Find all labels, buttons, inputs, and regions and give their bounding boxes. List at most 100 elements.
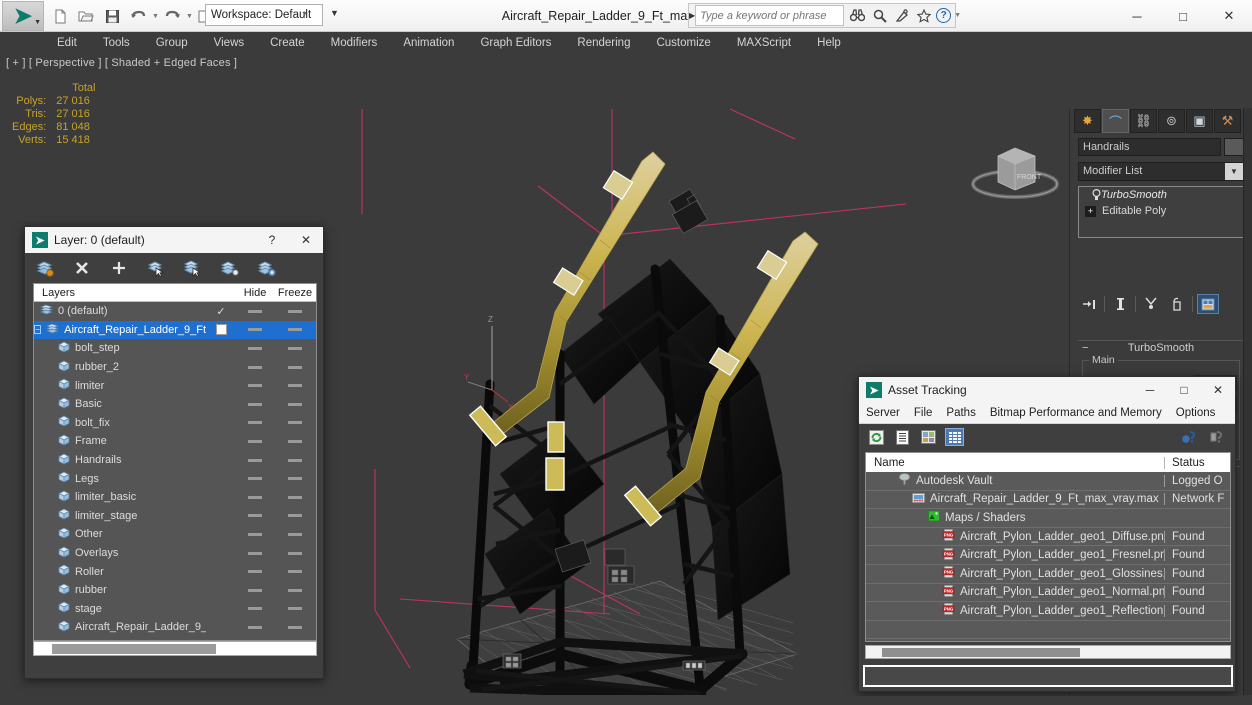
redo-dropdown-arrow[interactable]: ▼	[186, 13, 193, 20]
freeze-toggle[interactable]	[274, 365, 316, 369]
expand-collapse-icon[interactable]: −	[34, 325, 42, 335]
freeze-toggle[interactable]	[274, 570, 316, 574]
open-file-icon[interactable]	[74, 4, 98, 28]
hierarchy-tab[interactable]: ⛓	[1130, 109, 1157, 133]
freeze-toggle[interactable]	[274, 439, 316, 443]
turbosmooth-rollout-header[interactable]: − TurboSmooth	[1078, 340, 1244, 355]
pin-stack-icon[interactable]	[1078, 294, 1100, 314]
help-dropdown-arrow[interactable]: ▼	[954, 12, 961, 19]
asset-tracking-dialog[interactable]: ➤ Asset Tracking ─ □ ✕ Server File Paths Bi…	[858, 376, 1236, 692]
freeze-toggle[interactable]	[274, 328, 316, 332]
hide-toggle[interactable]	[236, 551, 274, 555]
asset-minimize-button[interactable]: ─	[1133, 377, 1167, 403]
layer-row[interactable]: Aircraft_Repair_Ladder_9_Ft	[34, 618, 316, 637]
asset-horizontal-scrollbar[interactable]	[865, 645, 1231, 659]
hide-toggle[interactable]	[236, 625, 274, 629]
chevron-down-icon[interactable]: ▼	[34, 19, 41, 26]
asset-row[interactable]: PNG Aircraft_Pylon_Ladder_geo1_Reflection…	[866, 602, 1230, 621]
list-view-icon[interactable]	[893, 428, 912, 446]
freeze-toggle[interactable]	[274, 495, 316, 499]
hide-toggle[interactable]	[236, 532, 274, 536]
hide-toggle[interactable]	[236, 402, 274, 406]
modifier-stack-item-turbosmooth[interactable]: TurboSmooth	[1079, 187, 1243, 203]
light-bulb-icon[interactable]	[1091, 189, 1102, 202]
undo-icon[interactable]	[126, 4, 150, 28]
menu-customize[interactable]: Customize	[643, 32, 723, 54]
asset-close-button[interactable]: ✕	[1201, 377, 1235, 403]
freeze-toggle[interactable]	[274, 421, 316, 425]
menu-views[interactable]: Views	[201, 32, 257, 54]
menu-help[interactable]: Help	[804, 32, 854, 54]
chevron-down-icon[interactable]: ▼	[1225, 163, 1243, 180]
configure-sets-icon[interactable]	[1197, 294, 1219, 314]
menu-edit[interactable]: Edit	[44, 32, 90, 54]
app-logo-button[interactable]: ➤ ▼	[2, 1, 44, 31]
freeze-toggle[interactable]	[274, 309, 316, 313]
menu-rendering[interactable]: Rendering	[564, 32, 643, 54]
freeze-toggle[interactable]	[274, 625, 316, 629]
grid-view-icon[interactable]	[945, 428, 964, 446]
layer-dialog[interactable]: ➤ Layer: 0 (default) ? ✕ Layers Hide Fre…	[24, 226, 324, 679]
menu-modifiers[interactable]: Modifiers	[318, 32, 391, 54]
close-button[interactable]: ✕	[1206, 0, 1252, 32]
hide-toggle[interactable]	[236, 588, 274, 592]
layer-row[interactable]: limiter_basic	[34, 488, 316, 507]
asset-row[interactable]	[866, 621, 1230, 640]
context-help-icon[interactable]	[1206, 428, 1225, 446]
modifier-stack-item-editable-poly[interactable]: + Editable Poly	[1079, 203, 1243, 219]
layer-row[interactable]: limiter	[34, 376, 316, 395]
select-objects-in-layer-icon[interactable]	[146, 259, 165, 278]
utilities-tab[interactable]: ⚒	[1214, 109, 1241, 133]
hide-toggle[interactable]	[236, 421, 274, 425]
hide-toggle[interactable]	[236, 607, 274, 611]
star-icon[interactable]	[914, 6, 933, 25]
layer-list[interactable]: Layers Hide Freeze 0 (default) ✓ − Aircraft…	[33, 283, 317, 641]
remove-modifier-icon[interactable]	[1166, 294, 1188, 314]
thumbnail-view-icon[interactable]	[919, 428, 938, 446]
layer-row[interactable]: Handrails	[34, 451, 316, 470]
freeze-toggle[interactable]	[274, 458, 316, 462]
hide-toggle[interactable]	[236, 346, 274, 350]
delete-layer-icon[interactable]	[72, 259, 91, 278]
freeze-toggle[interactable]	[274, 402, 316, 406]
asset-menu-options[interactable]: Options	[1169, 403, 1223, 424]
layer-row[interactable]: Other	[34, 525, 316, 544]
maximize-button[interactable]: □	[1160, 0, 1206, 32]
freeze-toggle[interactable]	[274, 607, 316, 611]
hide-toggle[interactable]	[236, 439, 274, 443]
hide-toggle[interactable]	[236, 495, 274, 499]
layer-row[interactable]: bolt_fix	[34, 414, 316, 433]
freeze-toggle[interactable]	[274, 532, 316, 536]
menu-create[interactable]: Create	[257, 32, 318, 54]
object-name-field[interactable]: Handrails	[1078, 138, 1221, 156]
menu-group[interactable]: Group	[143, 32, 201, 54]
asset-row[interactable]: PNG Aircraft_Pylon_Ladder_geo1_Normal.png…	[866, 584, 1230, 603]
asset-maximize-button[interactable]: □	[1167, 377, 1201, 403]
modifier-stack[interactable]: TurboSmooth + Editable Poly	[1078, 186, 1244, 238]
collapse-icon[interactable]: −	[1082, 341, 1088, 356]
asset-menu-server[interactable]: Server	[859, 403, 907, 424]
workspace-selector[interactable]: Workspace: Default ▼	[205, 4, 323, 26]
asset-list[interactable]: Name Status Autodesk Vault Logged O Aircra…	[865, 452, 1231, 642]
help-icon[interactable]: ?	[936, 8, 952, 23]
hide-toggle[interactable]	[236, 384, 274, 388]
scrollbar-thumb[interactable]	[52, 644, 216, 654]
command-panel-scroll-edge[interactable]	[1243, 108, 1252, 695]
asset-menu-bitmap-performance-and-memory[interactable]: Bitmap Performance and Memory	[983, 403, 1169, 424]
make-unique-icon[interactable]	[1140, 294, 1162, 314]
minimize-button[interactable]: ─	[1114, 0, 1160, 32]
motion-tab[interactable]: ⊚	[1158, 109, 1185, 133]
redo-icon[interactable]	[160, 4, 184, 28]
asset-row[interactable]: Aircraft_Repair_Ladder_9_Ft_max_vray.max…	[866, 491, 1230, 510]
layer-row[interactable]: Overlays	[34, 544, 316, 563]
layer-close-button[interactable]: ✕	[289, 227, 323, 253]
freeze-toggle[interactable]	[274, 477, 316, 481]
freeze-toggle[interactable]	[274, 551, 316, 555]
layer-row[interactable]: bolt_step	[34, 339, 316, 358]
add-selection-to-layer-icon[interactable]	[109, 259, 128, 278]
layer-row[interactable]: rubber_2	[34, 358, 316, 377]
layer-row[interactable]: Legs	[34, 469, 316, 488]
hide-toggle[interactable]	[236, 365, 274, 369]
menu-maxscript[interactable]: MAXScript	[724, 32, 804, 54]
highlight-selected-objects-layers-icon[interactable]	[220, 259, 239, 278]
